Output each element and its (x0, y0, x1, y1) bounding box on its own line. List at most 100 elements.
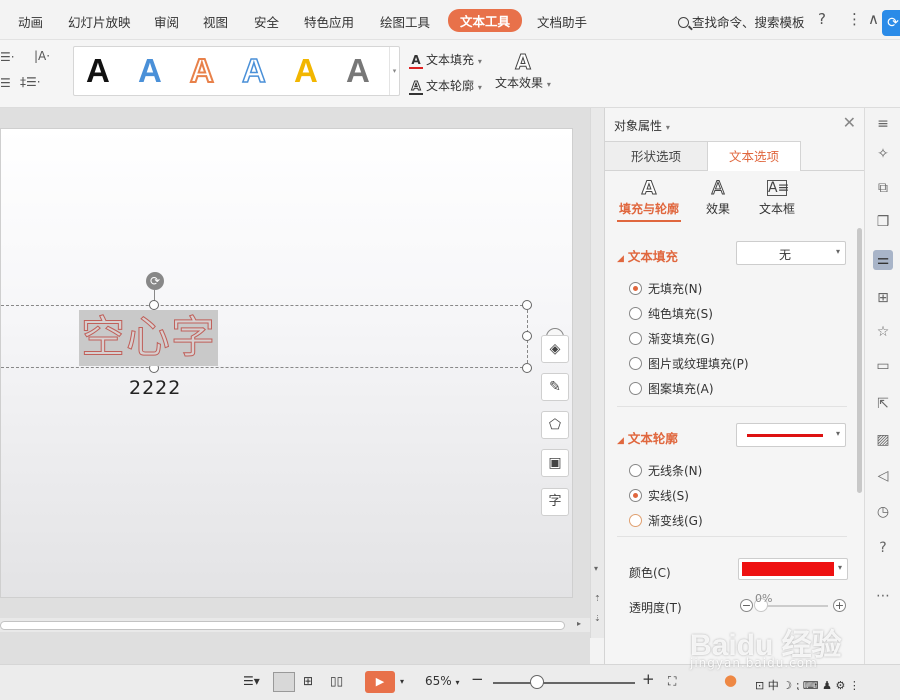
text-fill-button[interactable]: A 文本填充 ▾ (409, 51, 482, 69)
close-icon[interactable]: ✕ (843, 113, 856, 132)
vertical-scrollbar[interactable]: ▾ ⇡ ⇣ (590, 108, 604, 638)
shapes-icon[interactable]: ❒ (873, 212, 893, 232)
hollow-text[interactable]: 空心字 (79, 310, 218, 366)
subtab-fill-outline[interactable]: A 填充与轮廓 (617, 176, 681, 222)
menu-animation[interactable]: 动画 (18, 12, 43, 31)
layers-icon[interactable]: ◈ (541, 335, 569, 363)
notes-toggle-icon[interactable]: ☰▾ (243, 674, 260, 688)
reading-view-icon[interactable]: ▯▯ (330, 674, 343, 688)
brush-icon[interactable]: ✎ (541, 373, 569, 401)
style-gray-a[interactable]: A (346, 53, 370, 89)
horizontal-scrollbar[interactable]: ▸ (0, 618, 590, 632)
fill-option-pattern[interactable]: 图案填充(A) (629, 380, 714, 397)
outline-option-solid[interactable]: 实线(S) (629, 487, 689, 504)
tab-shape-options[interactable]: 形状选项 (605, 141, 707, 171)
sorter-view-icon[interactable]: ⊞ (303, 674, 313, 688)
sub-text[interactable]: 2222 (129, 377, 181, 399)
menu-view[interactable]: 视图 (203, 12, 228, 31)
play-slideshow-button[interactable]: ▶ (365, 671, 395, 693)
image-icon[interactable]: ▨ (873, 430, 893, 450)
align-left-icon[interactable]: ☰⋅ (0, 50, 15, 64)
ime-toolbar[interactable]: ⊡ 中 ☽ ⁏ ⌨ ♟ ⚙ ⋮ (755, 677, 860, 693)
fill-option-gradient[interactable]: 渐变填充(G) (629, 330, 715, 347)
menu-drawing-tools[interactable]: 绘图工具 (380, 12, 430, 31)
subtab-textbox[interactable]: A≡ 文本框 (757, 176, 797, 217)
style-orange-outline-a[interactable]: A (189, 52, 215, 90)
line-spacing-icon[interactable]: |A⋅ (34, 49, 50, 63)
fill-dropdown[interactable]: 无 ▾ (736, 241, 846, 265)
fill-bucket-icon[interactable]: ⬠ (541, 411, 569, 439)
next-page-icon[interactable]: ⇣ (594, 614, 601, 623)
scroll-right-icon[interactable]: ▸ (577, 619, 581, 628)
cloud-sync-icon[interactable]: ⟳ (882, 10, 900, 36)
outline-section-header[interactable]: ◢ 文本轮廓 (617, 428, 678, 447)
style-blue-a[interactable]: A (138, 53, 162, 89)
share-icon[interactable]: ⇱ (873, 394, 893, 414)
search-command-button[interactable]: 查找命令、搜索模板 (678, 12, 805, 31)
menu-security[interactable]: 安全 (254, 12, 279, 31)
archive-icon[interactable]: ▭ (873, 356, 893, 376)
resize-handle-top[interactable] (149, 300, 159, 310)
star-icon[interactable]: ☆ (873, 322, 893, 342)
gallery-more-icon[interactable]: ▾ (389, 47, 399, 95)
menu-slideshow[interactable]: 幻灯片放映 (68, 12, 131, 31)
more-dots-icon[interactable]: ⋯ (873, 586, 893, 606)
menu-text-tools[interactable]: 文本工具 (448, 9, 523, 32)
subtab-effects[interactable]: A 效果 (701, 176, 735, 217)
transfer-icon[interactable]: ⧉ (873, 178, 893, 198)
style-black-a[interactable]: A (86, 53, 110, 89)
help-circle-icon[interactable]: ? (873, 538, 893, 558)
rail-menu-icon[interactable]: ≡ (873, 114, 893, 134)
style-gold-a[interactable]: A (294, 53, 318, 89)
help-icon[interactable]: ? (818, 10, 826, 28)
panel-scrollbar[interactable] (857, 228, 862, 493)
normal-view-icon[interactable] (273, 672, 295, 692)
zoom-value[interactable]: 65% ▾ (425, 674, 460, 688)
zoom-out-button[interactable]: − (471, 670, 484, 688)
text-outline-button[interactable]: A 文本轮廓 ▾ (409, 77, 482, 95)
history-icon[interactable]: ◷ (873, 502, 893, 522)
resize-handle-top-right[interactable] (522, 300, 532, 310)
fill-option-picture[interactable]: 图片或纹理填充(P) (629, 355, 749, 372)
play-options-icon[interactable]: ▾ (400, 677, 404, 686)
color-dropdown[interactable]: ▾ (738, 558, 848, 580)
menu-doc-assistant[interactable]: 文档助手 (537, 12, 587, 31)
fit-window-icon[interactable]: ⛶ (668, 674, 676, 689)
pin-icon[interactable]: ✧ (873, 144, 893, 164)
transparency-minus-button[interactable]: − (740, 599, 753, 612)
fill-option-solid[interactable]: 纯色填充(S) (629, 305, 713, 322)
border-icon[interactable]: ▣ (541, 449, 569, 477)
fill-option-none[interactable]: 无填充(N) (629, 280, 702, 297)
list-icon[interactable]: ☰ (0, 76, 11, 90)
audio-icon[interactable]: ◁ (873, 466, 893, 486)
collapse-ribbon-icon[interactable]: ∧ (868, 10, 879, 28)
resize-handle-right[interactable] (522, 331, 532, 341)
text-effect-button[interactable]: A 文本效果 ▾ (495, 50, 551, 91)
outline-dropdown[interactable]: ▾ (736, 423, 846, 447)
slide[interactable]: ⟳ 空心字 2222 − ◈ ✎ ⬠ ▣ 字 (0, 128, 573, 598)
paragraph-spacing-icon[interactable]: ‡☰⋅ (20, 75, 41, 89)
transparency-plus-button[interactable]: + (833, 599, 846, 612)
transparency-slider[interactable] (758, 605, 828, 607)
panel-title[interactable]: 对象属性 ▾ (614, 117, 670, 134)
fill-section-header[interactable]: ◢ 文本填充 (617, 246, 678, 265)
outline-option-none[interactable]: 无线条(N) (629, 462, 702, 479)
style-blue-outline-a[interactable]: A (241, 52, 266, 90)
zoom-slider-knob[interactable] (530, 675, 544, 689)
menu-review[interactable]: 审阅 (154, 12, 179, 31)
tab-text-options[interactable]: 文本选项 (707, 141, 801, 171)
more-icon[interactable]: ⋮ (847, 10, 862, 28)
zoom-in-button[interactable]: + (642, 670, 655, 688)
horizontal-scroll-thumb[interactable] (0, 621, 565, 630)
resize-handle-bottom-right[interactable] (522, 363, 532, 373)
outline-option-gradient[interactable]: 渐变线(G) (629, 512, 703, 529)
rotate-handle-icon[interactable]: ⟳ (146, 272, 164, 290)
prev-page-icon[interactable]: ⇡ (594, 594, 601, 603)
properties-icon[interactable]: ⚌ (873, 250, 893, 270)
text-fill-icon: A (409, 53, 423, 69)
scroll-down-icon[interactable]: ▾ (594, 564, 598, 573)
picture-edit-icon[interactable]: ⊞ (873, 288, 893, 308)
zoom-slider[interactable] (493, 682, 635, 684)
text-format-icon[interactable]: 字 (541, 488, 569, 516)
menu-features[interactable]: 特色应用 (304, 12, 354, 31)
